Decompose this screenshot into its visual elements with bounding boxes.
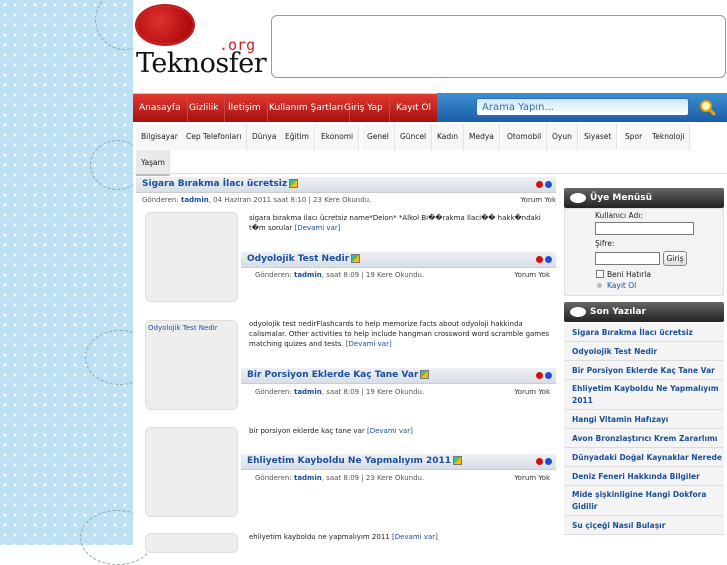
category-link[interactable]: Teknoloji <box>647 124 691 150</box>
recent-post-link[interactable]: Odyolojik Test Nedir <box>564 342 724 361</box>
nav-login[interactable]: Giriş Yap <box>338 94 390 123</box>
red-dot-icon <box>536 458 543 465</box>
recent-post-link[interactable]: Deniz Feneri Hakkında Bilgiler <box>564 467 724 486</box>
recent-post-link[interactable]: Dünyadaki Doğal Kaynaklar Nerede <box>564 448 724 467</box>
recent-posts-header: Son Yazılar <box>564 302 724 322</box>
nav-contact[interactable]: İletişim <box>222 94 268 123</box>
password-label: Şifre: <box>595 239 615 248</box>
author-link[interactable]: tadmin <box>294 271 322 279</box>
category-link[interactable]: Dünya <box>247 124 283 150</box>
post-meta: Gönderen: tadmin, 04 Haziran 2011 saat 8… <box>142 193 562 207</box>
category-link[interactable]: Eğitim <box>280 124 315 150</box>
post-excerpt: odyolojik test nedirFlashcards to help m… <box>249 320 550 348</box>
read-more-link[interactable]: [Devami var] <box>392 533 438 541</box>
category-link[interactable]: Kadın <box>432 124 464 150</box>
nav-register[interactable]: Kayıt Ol <box>390 94 439 123</box>
post-title[interactable]: Ehliyetim Kayboldu Ne Yapmalıyım 2011 <box>247 456 463 466</box>
remember-checkbox[interactable] <box>596 270 604 278</box>
blue-dot-icon <box>545 372 552 379</box>
category-link[interactable]: Siyaset <box>579 124 618 150</box>
post-thumbnail[interactable] <box>145 427 238 517</box>
site-logo[interactable]: Teknosfer <box>136 48 267 79</box>
red-dot-icon <box>536 372 543 379</box>
recent-post-link[interactable]: Sigara Bırakma İlacı ücretsiz <box>564 323 724 342</box>
page: .org Teknosfer Anasayfa Gizlilik İletişi… <box>133 0 727 553</box>
share-icon[interactable] <box>453 456 463 465</box>
red-dot-icon <box>536 181 543 188</box>
post-thumbnail[interactable] <box>145 533 238 553</box>
post-excerpt: ehliyetim kayboldu ne yapmalıyım 2011 [D… <box>249 533 438 541</box>
category-bar: Bilgisayar Cep Telefonları Dünya Eğitim … <box>133 122 727 176</box>
comment-count[interactable]: Yorum Yok <box>520 193 556 207</box>
author-link[interactable]: tadmin <box>181 196 209 204</box>
post-title[interactable]: Bir Porsiyon Eklerde Kaç Tane Var <box>247 370 430 380</box>
thumb-caption[interactable]: Odyolojik Test Nedir <box>148 324 218 332</box>
post-header: Ehliyetim Kayboldu Ne Yapmalıyım 2011 <box>241 454 556 470</box>
username-field[interactable] <box>595 222 694 235</box>
blue-dot-icon <box>545 256 552 263</box>
post-meta: Gönderen: tadmin, saat 8:09 | 19 Kere Ok… <box>255 268 556 282</box>
post-excerpt: sigara bırakma ilacı ücretsiz name*Deion… <box>249 214 541 232</box>
category-link[interactable]: Otomobil <box>502 124 548 150</box>
member-menu-header: Üye Menüsü <box>564 188 724 208</box>
remember-label: Beni Hatırla <box>607 270 652 279</box>
post-thumbnail[interactable] <box>145 212 238 302</box>
page-background <box>0 0 155 565</box>
speech-bubble-icon <box>570 307 586 317</box>
category-link[interactable]: Bilgisayar <box>136 124 184 150</box>
post-excerpt: bir porsiyon eklerde kaç tane var [Devam… <box>249 427 413 435</box>
category-link[interactable]: Güncel <box>395 124 433 150</box>
author-link[interactable]: tadmin <box>294 388 322 396</box>
category-link[interactable]: Genel <box>362 124 395 150</box>
share-icon[interactable] <box>351 254 361 263</box>
category-link[interactable]: Medya <box>464 124 500 150</box>
speech-bubble-icon <box>570 193 586 203</box>
category-link[interactable]: Spor <box>620 124 649 150</box>
bullet-icon <box>597 283 602 288</box>
recent-post-link[interactable]: Bir Porsiyon Eklerde Kaç Tane Var <box>564 361 724 380</box>
category-link[interactable]: Cep Telefonları <box>181 124 248 150</box>
username-label: Kullanıcı Adı: <box>595 211 643 220</box>
read-more-link[interactable]: [Devami var] <box>367 427 413 435</box>
category-link[interactable]: Yaşam <box>136 150 170 176</box>
share-icon[interactable] <box>289 179 299 188</box>
read-more-link[interactable]: [Devami var] <box>295 224 341 232</box>
read-more-link[interactable]: [Devami var] <box>346 340 392 348</box>
search-input[interactable] <box>476 98 689 116</box>
post-title[interactable]: Sigara Bırakma İlacı ücretsiz <box>142 179 299 189</box>
red-dot-icon <box>536 256 543 263</box>
nav-privacy[interactable]: Gizlilik <box>183 94 226 123</box>
post-header: Bir Porsiyon Eklerde Kaç Tane Var <box>241 368 556 384</box>
logo-cloud-icon <box>137 6 193 44</box>
comment-count[interactable]: Yorum Yok <box>514 471 550 485</box>
post-header: Sigara Bırakma İlacı ücretsiz <box>136 177 556 193</box>
author-link[interactable]: tadmin <box>294 474 322 482</box>
login-button[interactable]: Giriş <box>663 251 687 266</box>
recent-post-link[interactable]: Su çiçeği Nasıl Bulaşır <box>564 516 724 535</box>
post-meta: Gönderen: tadmin, saat 8:09 | 19 Kere Ok… <box>255 385 556 399</box>
comment-count[interactable]: Yorum Yok <box>514 385 550 399</box>
blue-dot-icon <box>545 458 552 465</box>
search-icon[interactable] <box>699 99 716 116</box>
password-field[interactable] <box>595 252 660 265</box>
category-link[interactable]: Ekonomi <box>316 124 360 150</box>
blue-dot-icon <box>545 181 552 188</box>
register-link[interactable]: Kayıt Ol <box>607 281 636 290</box>
share-icon[interactable] <box>420 370 430 379</box>
recent-post-link[interactable]: Mide şişkinligine Hangi Dokfora Gidilir <box>564 486 724 516</box>
post-meta: Gönderen: tadmin, saat 8:09 | 23 Kere Ok… <box>255 471 556 485</box>
recent-post-link[interactable]: Ehliyetim Kayboldu Ne Yapmalıyım 2011 <box>564 380 724 410</box>
comment-count[interactable]: Yorum Yok <box>514 268 550 282</box>
nav-home[interactable]: Anasayfa <box>133 94 188 123</box>
post-title[interactable]: Odyolojik Test Nedir <box>247 254 361 264</box>
recent-post-link[interactable]: Avon Bronzlaştırıcı Krem Zararlımı <box>564 429 724 448</box>
banner-area <box>271 15 726 78</box>
recent-post-link[interactable]: Hangi Vitamin Hafızayı <box>564 410 724 429</box>
post-thumbnail[interactable]: Odyolojik Test Nedir <box>145 320 238 410</box>
category-link[interactable]: Oyun <box>547 124 578 150</box>
post-header: Odyolojik Test Nedir <box>241 252 556 268</box>
